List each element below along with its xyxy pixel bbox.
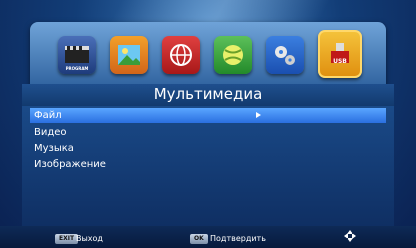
menu-item-music[interactable]: Музыка <box>30 141 386 156</box>
menu-item-label: Видео <box>34 127 67 138</box>
usb-icon[interactable]: USB <box>318 30 362 78</box>
menu-item-images[interactable]: Изображение <box>30 157 386 172</box>
program-icon[interactable]: PROGRAM <box>58 36 96 74</box>
menu-item-label: Музыка <box>34 143 74 154</box>
ok-key-button[interactable]: OK <box>190 234 208 244</box>
play-arrow-icon <box>256 112 261 118</box>
exit-label: Выход <box>76 234 103 243</box>
menu-item-video[interactable]: Видео <box>30 125 386 140</box>
exit-key-button[interactable]: EXIT <box>55 234 79 244</box>
menu-item-label: Изображение <box>34 159 106 170</box>
globe-network-icon[interactable] <box>162 36 200 74</box>
page-title: Мультимедиа <box>153 85 263 103</box>
ball-icon[interactable] <box>214 36 252 74</box>
menu-item-label: Файл <box>34 110 62 121</box>
settings-gears-icon[interactable] <box>266 36 304 74</box>
confirm-label: Подтвердить <box>210 234 266 243</box>
picture-icon[interactable] <box>110 36 148 74</box>
program-icon-label: PROGRAM <box>65 66 89 71</box>
menu-item-file[interactable]: Файл <box>30 108 386 123</box>
usb-icon-label: USB <box>333 58 347 65</box>
top-icon-row: PROGRAM USB <box>58 30 362 78</box>
navigation-arrows-icon <box>344 230 356 242</box>
